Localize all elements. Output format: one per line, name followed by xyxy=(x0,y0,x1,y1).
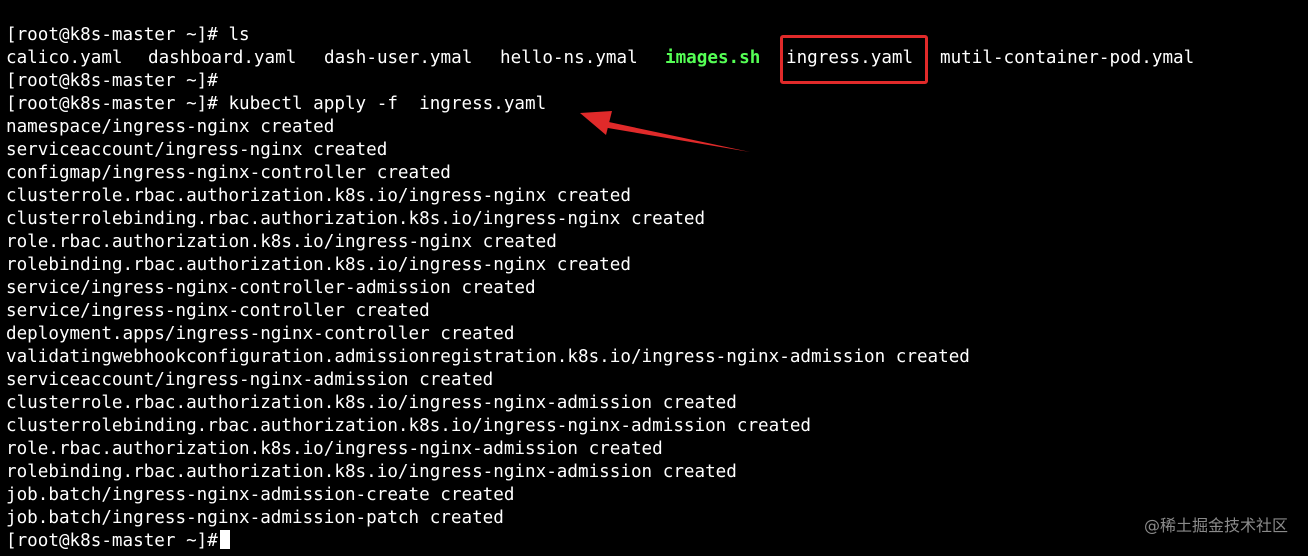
output-line: rolebinding.rbac.authorization.k8s.io/in… xyxy=(6,462,737,482)
ls-file-hello-ns-ymal: hello-ns.ymal xyxy=(500,48,638,68)
output-line: service/ingress-nginx-controller created xyxy=(6,301,430,321)
output-line: clusterrole.rbac.authorization.k8s.io/in… xyxy=(6,393,737,413)
output-line: clusterrole.rbac.authorization.k8s.io/in… xyxy=(6,186,631,206)
ls-output-line: calico.yaml dashboard.yaml dash-user.yma… xyxy=(0,47,1308,70)
output-line: namespace/ingress-nginx created xyxy=(6,117,335,137)
output-line: clusterrolebinding.rbac.authorization.k8… xyxy=(6,416,812,436)
annotation-arrow-head xyxy=(580,111,612,135)
output-line: role.rbac.authorization.k8s.io/ingress-n… xyxy=(6,439,663,459)
output-line: configmap/ingress-nginx-controller creat… xyxy=(6,163,451,183)
final-prompt-text: [root@k8s-master ~]# xyxy=(6,531,218,551)
output-line: job.batch/ingress-nginx-admission-create… xyxy=(6,485,515,505)
output-line: deployment.apps/ingress-nginx-controller… xyxy=(6,324,515,344)
output-line: validatingwebhookconfiguration.admission… xyxy=(6,347,970,367)
ls-file-mutil-container-pod-ymal: mutil-container-pod.ymal xyxy=(940,48,1195,68)
ls-file-dashboard-yaml: dashboard.yaml xyxy=(148,48,297,68)
final-prompt-line[interactable]: [root@k8s-master ~]# xyxy=(6,530,230,553)
output-line: serviceaccount/ingress-nginx-admission c… xyxy=(6,370,494,390)
ls-command-line: [root@k8s-master ~]# ls xyxy=(6,25,250,45)
output-line: service/ingress-nginx-controller-admissi… xyxy=(6,278,536,298)
apply-command-line: [root@k8s-master ~]# kubectl apply -f in… xyxy=(6,94,547,114)
ls-file-calico-yaml: calico.yaml xyxy=(6,48,123,68)
output-line: rolebinding.rbac.authorization.k8s.io/in… xyxy=(6,255,631,275)
ls-file-images-sh: images.sh xyxy=(665,48,761,68)
annotation-arrow xyxy=(580,111,750,152)
ingress-yaml-highlight-box xyxy=(780,35,928,84)
watermark-text: @稀土掘金技术社区 xyxy=(1143,516,1288,535)
ls-file-dash-user-ymal: dash-user.ymal xyxy=(324,48,473,68)
terminal-window[interactable]: [root@k8s-master ~]# ls calico.yaml dash… xyxy=(0,0,1308,556)
output-line: role.rbac.authorization.k8s.io/ingress-n… xyxy=(6,232,557,252)
output-line: job.batch/ingress-nginx-admission-patch … xyxy=(6,508,504,528)
empty-prompt-line: [root@k8s-master ~]# xyxy=(6,71,218,91)
output-line: clusterrolebinding.rbac.authorization.k8… xyxy=(6,209,706,229)
output-line: serviceaccount/ingress-nginx created xyxy=(6,140,388,160)
annotation-arrow-shaft xyxy=(602,121,750,152)
terminal-cursor xyxy=(219,530,230,549)
